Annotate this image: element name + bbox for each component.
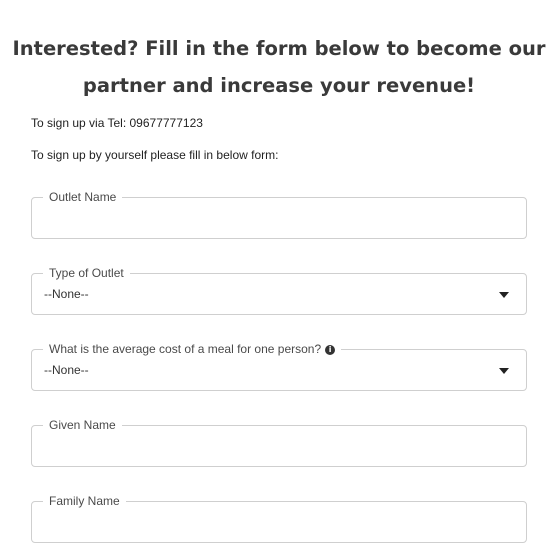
signup-tel-note: To sign up via Tel: 09677777123 [31,116,203,130]
info-icon[interactable]: i [325,344,336,355]
type-of-outlet-value: --None-- [44,287,89,301]
given-name-field[interactable]: Given Name [31,418,527,467]
heading-line-1: Interested? Fill in the form below to be… [12,37,546,60]
average-cost-legend: What is the average cost of a meal for o… [43,342,342,356]
chevron-down-icon [499,368,509,374]
given-name-input[interactable] [32,426,526,466]
outlet-name-field[interactable]: Outlet Name [31,190,527,239]
type-of-outlet-select[interactable]: Type of Outlet --None-- [31,266,527,315]
average-cost-select[interactable]: What is the average cost of a meal for o… [31,342,527,391]
average-cost-value: --None-- [44,363,89,377]
heading-line-2: partner and increase your revenue! [82,74,476,97]
page-heading: Interested? Fill in the form below to be… [0,30,558,104]
chevron-down-icon [499,292,509,298]
family-name-input[interactable] [32,502,526,542]
type-of-outlet-label: Type of Outlet [43,266,130,280]
family-name-field[interactable]: Family Name [31,494,527,543]
signup-self-note: To sign up by yourself please fill in be… [31,148,279,162]
average-cost-label: What is the average cost of a meal for o… [49,342,322,356]
outlet-name-input[interactable] [32,198,526,238]
